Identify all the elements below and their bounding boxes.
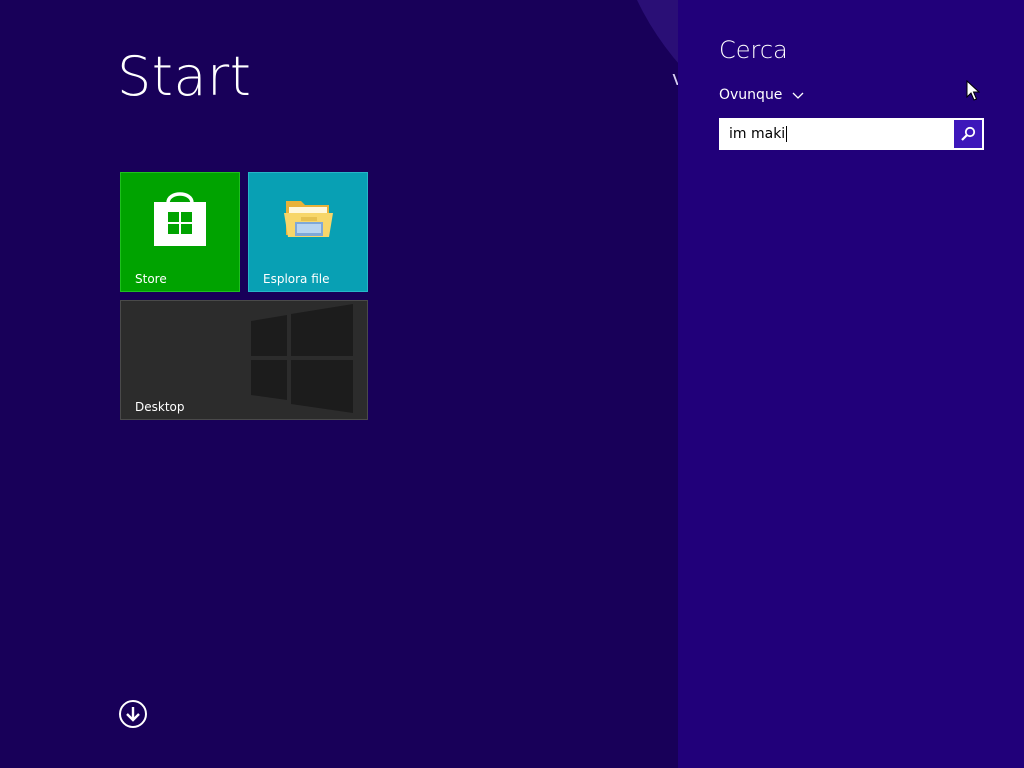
search-button[interactable] [954, 120, 982, 148]
search-query-text: im maki [729, 126, 786, 142]
tile-desktop-label: Desktop [135, 400, 185, 414]
search-scope-dropdown[interactable]: Ovunque [719, 86, 804, 104]
start-screen: Start v Store Esp [0, 0, 1024, 768]
mouse-pointer-icon [966, 79, 981, 106]
start-title: Start [117, 45, 252, 108]
search-scope-label: Ovunque [719, 87, 783, 103]
all-apps-button[interactable] [119, 700, 147, 728]
windows-logo-icon [249, 301, 355, 419]
search-box: im maki [719, 118, 984, 150]
folder-icon [283, 195, 335, 247]
chevron-down-icon [792, 88, 804, 104]
tile-store-label: Store [135, 272, 167, 286]
store-bag-icon [151, 187, 209, 253]
search-input[interactable]: im maki [720, 119, 954, 149]
text-caret [786, 126, 788, 142]
search-charm: Cerca Ovunque im maki [678, 0, 1024, 768]
search-charm-title: Cerca [719, 36, 788, 64]
tile-file-explorer-label: Esplora file [263, 272, 330, 286]
tile-desktop[interactable]: Desktop [120, 300, 368, 420]
tile-file-explorer[interactable]: Esplora file [248, 172, 368, 292]
tile-store[interactable]: Store [120, 172, 240, 292]
